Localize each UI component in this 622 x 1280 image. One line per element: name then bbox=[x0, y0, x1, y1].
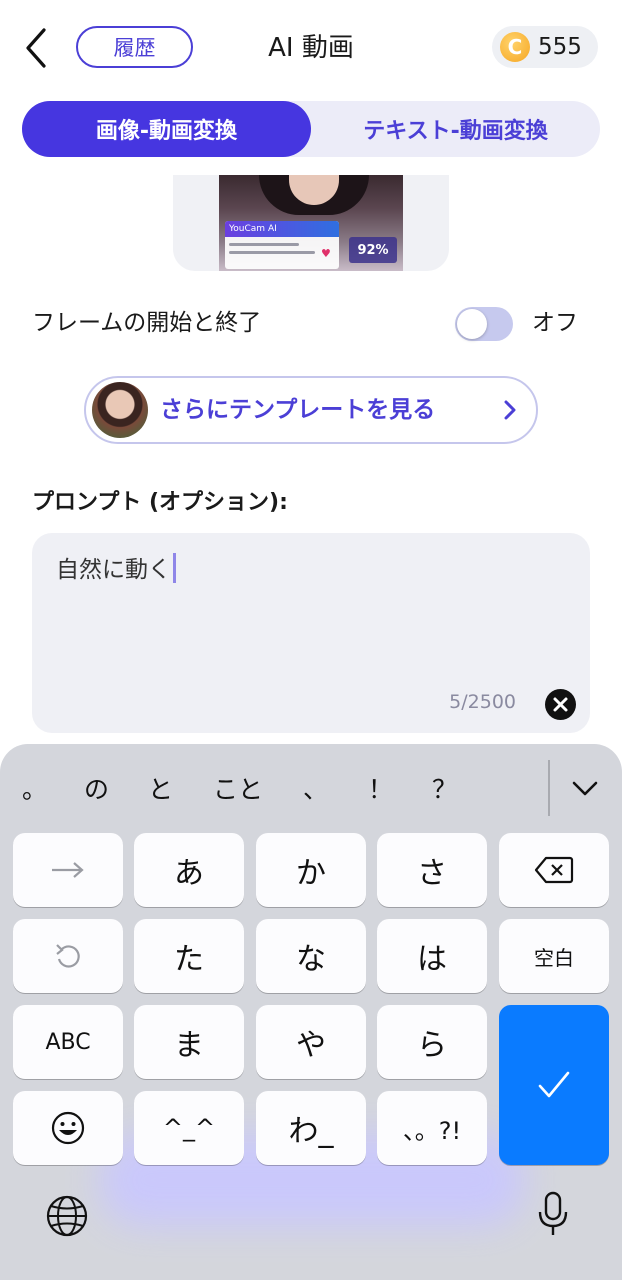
backspace-icon bbox=[534, 856, 574, 884]
undo-icon bbox=[56, 944, 80, 968]
mode-tabs: 画像-動画変換 テキスト-動画変換 bbox=[22, 101, 600, 157]
key-ka[interactable]: か bbox=[256, 833, 366, 907]
chevron-right-icon bbox=[504, 400, 516, 420]
key-a[interactable]: あ bbox=[134, 833, 244, 907]
punctuation-key[interactable]: 、。?! bbox=[377, 1091, 487, 1165]
key-ya[interactable]: や bbox=[256, 1005, 366, 1079]
microphone-icon[interactable] bbox=[537, 1190, 569, 1238]
suggestion-item[interactable]: ！ bbox=[368, 760, 393, 816]
kaomoji-key[interactable]: ^_^ bbox=[134, 1091, 244, 1165]
template-preview-image[interactable]: YouCam AI ♥ 92% bbox=[219, 175, 403, 271]
coin-icon: C bbox=[500, 32, 530, 62]
preview-overlay-title: YouCam AI bbox=[225, 221, 339, 237]
emoji-key[interactable] bbox=[13, 1091, 123, 1165]
key-na[interactable]: な bbox=[256, 919, 366, 993]
key-ra[interactable]: ら bbox=[377, 1005, 487, 1079]
undo-key[interactable] bbox=[13, 919, 123, 993]
char-count: 5/2500 bbox=[449, 691, 516, 713]
key-sa[interactable]: さ bbox=[377, 833, 487, 907]
close-icon bbox=[553, 697, 568, 712]
suggestion-item[interactable]: 、 bbox=[303, 760, 328, 816]
suggestion-item[interactable]: ？ bbox=[432, 760, 457, 816]
emoji-icon bbox=[51, 1111, 85, 1145]
coin-count: 555 bbox=[538, 34, 582, 60]
globe-icon[interactable] bbox=[45, 1194, 89, 1238]
frame-start-end-toggle[interactable] bbox=[455, 307, 513, 341]
space-key[interactable]: 空白 bbox=[499, 919, 609, 993]
suggestion-divider bbox=[548, 760, 550, 816]
prompt-text-wrap: 自然に動く bbox=[56, 553, 176, 587]
coin-balance[interactable]: C 555 bbox=[492, 26, 598, 68]
tab-image-to-video[interactable]: 画像-動画変換 bbox=[22, 101, 311, 157]
toggle-knob bbox=[457, 309, 487, 339]
japanese-keyboard: 。 の と こと 、 ！ ？ あ か さ た な は 空白 ABC ま や ら bbox=[0, 744, 622, 1280]
preview-overlay-card: YouCam AI ♥ bbox=[225, 221, 339, 269]
more-templates-button[interactable]: さらにテンプレートを見る bbox=[84, 376, 538, 444]
suggestion-item[interactable]: の bbox=[84, 760, 109, 816]
suggestion-item[interactable]: と bbox=[148, 760, 173, 816]
prompt-input[interactable]: 自然に動く 5/2500 bbox=[32, 533, 590, 733]
toggle-state-label: オフ bbox=[532, 310, 578, 336]
checkmark-icon bbox=[538, 1071, 570, 1098]
key-ma[interactable]: ま bbox=[134, 1005, 244, 1079]
key-ta[interactable]: た bbox=[134, 919, 244, 993]
arrow-right-icon bbox=[52, 862, 84, 878]
backspace-key[interactable] bbox=[499, 833, 609, 907]
suggestion-item[interactable]: 。 bbox=[22, 760, 47, 816]
clear-prompt-button[interactable] bbox=[545, 689, 576, 720]
suggestion-item[interactable]: こと bbox=[213, 760, 263, 816]
text-caret bbox=[173, 553, 176, 583]
chevron-down-icon[interactable] bbox=[569, 774, 601, 802]
cursor-right-key[interactable] bbox=[13, 833, 123, 907]
key-wa[interactable]: わ_ bbox=[256, 1091, 366, 1165]
prompt-value: 自然に動く bbox=[56, 557, 171, 583]
template-thumbnail bbox=[92, 382, 148, 438]
confirm-key[interactable] bbox=[499, 1005, 609, 1165]
preview-percent: 92% bbox=[349, 237, 397, 263]
key-ha[interactable]: は bbox=[377, 919, 487, 993]
abc-key[interactable]: ABC bbox=[13, 1005, 123, 1079]
prompt-label: プロンプト (オプション): bbox=[32, 490, 288, 515]
preview-overlay-line bbox=[229, 243, 299, 246]
heart-icon: ♥ bbox=[321, 247, 331, 260]
frame-start-end-label: フレームの開始と終了 bbox=[32, 310, 262, 336]
more-templates-label: さらにテンプレートを見る bbox=[160, 397, 436, 423]
tab-text-to-video[interactable]: テキスト-動画変換 bbox=[311, 101, 600, 157]
preview-overlay-line bbox=[229, 251, 315, 254]
